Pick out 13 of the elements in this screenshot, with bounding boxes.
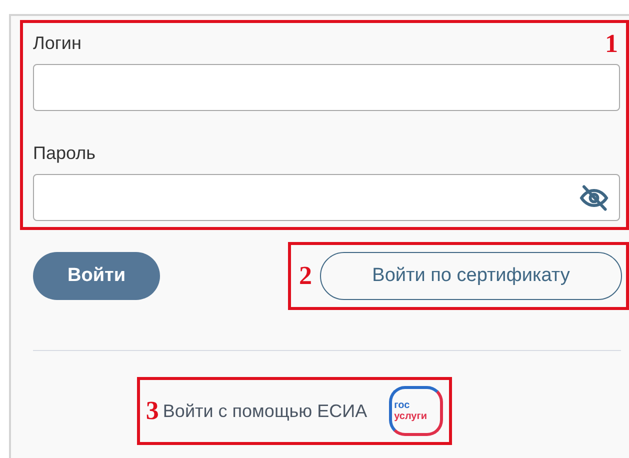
- logo-text: услуги: [394, 411, 428, 422]
- certificate-login-button[interactable]: Войти по сертификату: [320, 252, 622, 300]
- input-field[interactable]: [33, 64, 620, 111]
- callout-number: 3: [146, 398, 159, 424]
- logo-text: гос: [394, 400, 411, 411]
- callout-number: 1: [605, 29, 618, 58]
- input-field[interactable]: [33, 174, 620, 221]
- field-label: Логин: [33, 32, 82, 55]
- callout-number: 2: [299, 263, 312, 289]
- eye-slash-icon[interactable]: [579, 182, 609, 212]
- field-label: Пароль: [33, 142, 96, 165]
- login-button[interactable]: Войти: [33, 252, 160, 300]
- esia-login-link[interactable]: Войти с помощью ЕСИА: [162, 398, 368, 424]
